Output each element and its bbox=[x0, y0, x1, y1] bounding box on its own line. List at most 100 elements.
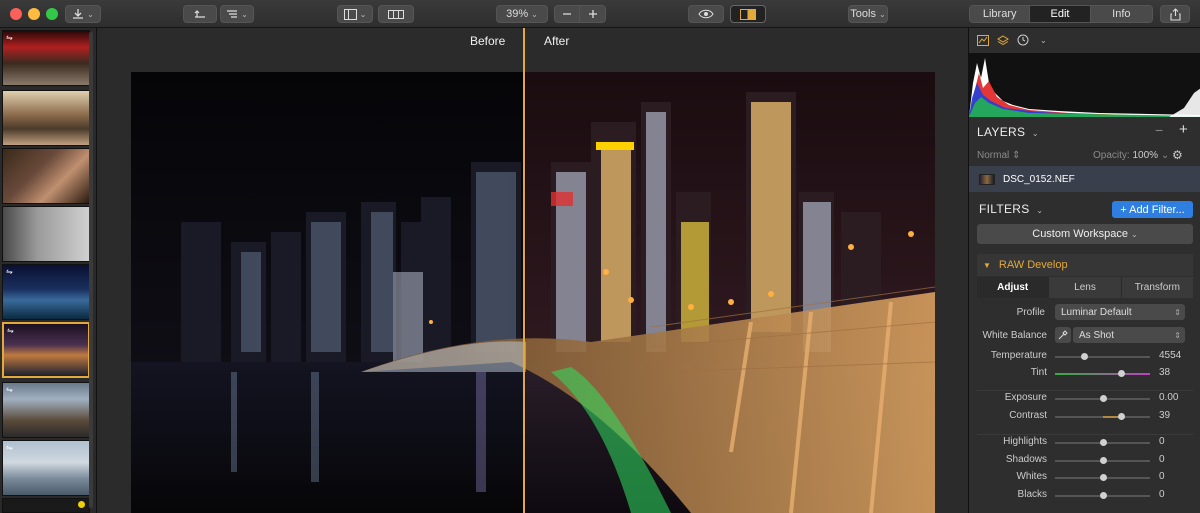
filmstrip-icon bbox=[388, 9, 404, 19]
raw-develop-header[interactable]: ▼ RAW Develop bbox=[977, 254, 1193, 276]
tab-adjust[interactable]: Adjust bbox=[977, 277, 1050, 298]
shadows-slider-knob[interactable] bbox=[1099, 457, 1107, 464]
minus-icon bbox=[563, 13, 571, 15]
contrast-value[interactable]: 39 bbox=[1159, 410, 1170, 421]
white-balance-select[interactable]: As Shot ⇕ bbox=[1073, 327, 1185, 343]
chevron-down-icon: ⌄ bbox=[531, 9, 538, 19]
undo-icon bbox=[194, 10, 205, 18]
add-filter-button[interactable]: + Add Filter... bbox=[1112, 201, 1193, 218]
opacity-value: 100% bbox=[1132, 150, 1159, 161]
image-canvas[interactable]: Before After bbox=[97, 28, 968, 513]
zoom-value: 39% bbox=[506, 8, 529, 20]
contrast-slider[interactable] bbox=[1055, 413, 1150, 420]
filters-title[interactable]: FILTERS ⌄ bbox=[979, 202, 1043, 216]
layer-item[interactable]: DSC_0152.NEF bbox=[969, 166, 1200, 192]
thumbnail[interactable]: ⇋ bbox=[2, 30, 90, 86]
minimize-window-button[interactable] bbox=[28, 8, 40, 20]
thumbnail-selected[interactable]: ⇋ bbox=[2, 322, 90, 378]
filmstrip-toggle-button[interactable] bbox=[378, 5, 414, 23]
close-window-button[interactable] bbox=[10, 8, 22, 20]
thumbnail[interactable]: ⇋ bbox=[2, 440, 90, 496]
preview-toggle-button[interactable] bbox=[688, 5, 724, 23]
highlights-label: Highlights bbox=[1003, 436, 1047, 447]
chevron-down-icon: ⌄ bbox=[1036, 206, 1044, 215]
blacks-slider[interactable] bbox=[1055, 492, 1150, 499]
highlights-value[interactable]: 0 bbox=[1159, 436, 1165, 447]
whites-slider[interactable] bbox=[1055, 474, 1150, 481]
thumbnail[interactable] bbox=[2, 498, 90, 513]
blacks-value[interactable]: 0 bbox=[1159, 489, 1165, 500]
tab-info[interactable]: Info bbox=[1090, 6, 1152, 22]
shadows-slider[interactable] bbox=[1055, 457, 1150, 464]
temperature-slider-knob[interactable] bbox=[1080, 353, 1088, 360]
tab-edit[interactable]: Edit bbox=[1030, 6, 1091, 22]
compare-divider-handle[interactable] bbox=[523, 28, 525, 513]
tint-slider-fill bbox=[1055, 373, 1150, 375]
remove-layer-button[interactable]: − bbox=[1155, 122, 1163, 138]
thumbnail[interactable] bbox=[2, 90, 90, 146]
blend-mode-select[interactable]: Normal ⇕ bbox=[977, 150, 1020, 161]
zoom-out-button[interactable] bbox=[555, 6, 581, 22]
undo-button[interactable] bbox=[183, 5, 217, 23]
layer-thumbnail bbox=[979, 173, 995, 185]
eye-icon bbox=[698, 9, 714, 19]
tab-library[interactable]: Library bbox=[970, 6, 1031, 22]
disclosure-triangle-icon: ▼ bbox=[983, 260, 991, 270]
contrast-slider-knob[interactable] bbox=[1117, 413, 1125, 420]
blacks-slider-knob[interactable] bbox=[1099, 492, 1107, 499]
add-layer-button[interactable]: + bbox=[1179, 121, 1188, 138]
tools-menu-button[interactable]: Tools ⌄ bbox=[848, 5, 888, 23]
tab-lens[interactable]: Lens bbox=[1049, 277, 1122, 298]
layers-title[interactable]: LAYERS ⌄ bbox=[977, 125, 1039, 139]
tint-slider-knob[interactable] bbox=[1117, 370, 1125, 377]
edited-icon: ⇋ bbox=[6, 443, 13, 452]
exposure-slider-knob[interactable] bbox=[1099, 395, 1107, 402]
exposure-slider[interactable] bbox=[1055, 395, 1150, 402]
whites-value[interactable]: 0 bbox=[1159, 471, 1165, 482]
profile-select[interactable]: Luminar Default ⇕ bbox=[1055, 304, 1185, 320]
tint-label: Tint bbox=[1030, 367, 1047, 378]
sidebar-toggle-button[interactable]: ⌄ bbox=[337, 5, 373, 23]
whites-label: Whites bbox=[1016, 471, 1047, 482]
thumbnail[interactable] bbox=[2, 148, 90, 204]
thumbnail[interactable]: ⇋ bbox=[2, 264, 90, 320]
history-list-icon bbox=[227, 10, 238, 18]
tint-value[interactable]: 38 bbox=[1159, 367, 1170, 378]
zoom-select[interactable]: 39% ⌄ bbox=[496, 5, 548, 23]
chevron-down-icon: ⌄ bbox=[1131, 229, 1138, 239]
after-label: After bbox=[544, 34, 570, 48]
temperature-slider[interactable] bbox=[1055, 353, 1150, 360]
tint-slider[interactable] bbox=[1055, 370, 1150, 377]
compare-toggle-button[interactable] bbox=[730, 5, 766, 23]
exposure-value[interactable]: 0.00 bbox=[1159, 392, 1178, 403]
blend-mode-value: Normal bbox=[977, 150, 1010, 161]
whites-slider-knob[interactable] bbox=[1099, 474, 1107, 481]
thumbnail[interactable] bbox=[2, 206, 90, 262]
highlights-slider[interactable] bbox=[1055, 439, 1150, 446]
edited-icon: ⇋ bbox=[6, 267, 13, 276]
opacity-control[interactable]: Opacity: 100% ⌄ bbox=[1093, 150, 1169, 161]
eyedropper-button[interactable] bbox=[1055, 327, 1071, 343]
workspace-select[interactable]: Custom Workspace ⌄ bbox=[977, 224, 1193, 244]
history-clock-icon[interactable] bbox=[1017, 34, 1029, 46]
raw-develop-tabs: Adjust Lens Transform bbox=[977, 277, 1193, 298]
flag-dot-icon bbox=[78, 501, 85, 508]
highlights-slider-knob[interactable] bbox=[1099, 439, 1107, 446]
layer-settings-icon[interactable]: ⚙ bbox=[1172, 148, 1183, 162]
before-label: Before bbox=[470, 34, 506, 48]
zoom-in-button[interactable] bbox=[580, 6, 605, 22]
thumbnail[interactable]: ⇋ bbox=[2, 382, 90, 438]
tab-transform[interactable]: Transform bbox=[1122, 277, 1193, 298]
shadows-value[interactable]: 0 bbox=[1159, 454, 1165, 465]
temperature-value[interactable]: 4554 bbox=[1159, 350, 1181, 361]
maximize-window-button[interactable] bbox=[46, 8, 58, 20]
white-balance-label: White Balance bbox=[982, 330, 1047, 341]
histogram-icon[interactable] bbox=[977, 34, 989, 46]
share-button[interactable] bbox=[1160, 5, 1190, 23]
import-button[interactable]: ⌄ bbox=[65, 5, 101, 23]
layers-icon[interactable] bbox=[997, 34, 1009, 46]
histogram bbox=[969, 53, 1200, 117]
history-button[interactable]: ⌄ bbox=[220, 5, 254, 23]
filmstrip-scrollbar[interactable] bbox=[89, 32, 93, 508]
workspace-value: Custom Workspace bbox=[1032, 228, 1129, 240]
